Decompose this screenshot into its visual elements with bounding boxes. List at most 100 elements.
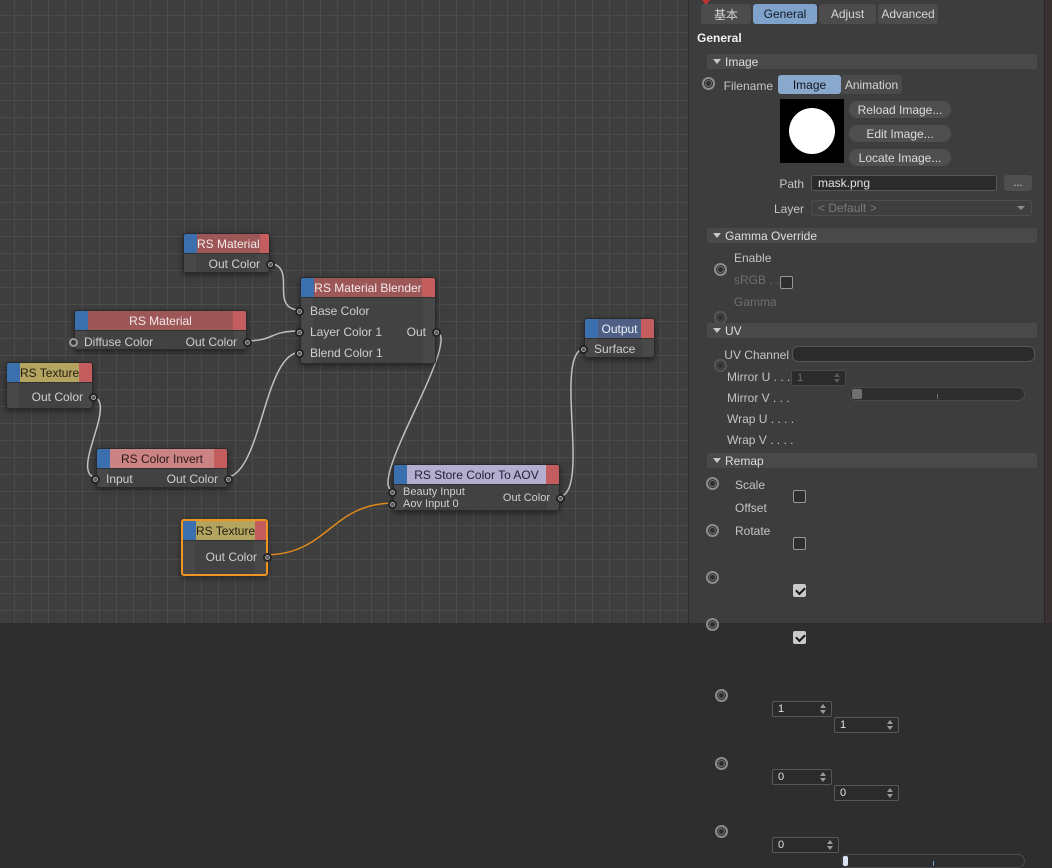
locate-image-button[interactable]: Locate Image... — [849, 149, 951, 166]
node-rs-material-1[interactable]: RS Material Out Color — [183, 233, 275, 273]
slider-handle[interactable] — [843, 856, 848, 866]
node-header[interactable]: Output — [585, 319, 654, 339]
mirror-v-anim-dot-icon[interactable] — [706, 524, 719, 537]
node-output[interactable]: Output Surface — [579, 318, 655, 358]
input-port-surface[interactable] — [579, 344, 588, 354]
node-header[interactable]: RS Color Invert — [97, 449, 227, 469]
output-port-out-color[interactable] — [243, 337, 252, 347]
mirror-u-anim-dot-icon[interactable] — [706, 477, 719, 490]
uv-section-header[interactable]: UV — [707, 323, 1037, 338]
spinner-arrows-icon[interactable] — [826, 838, 836, 852]
node-rs-color-invert[interactable]: RS Color Invert Input Out Color — [91, 448, 233, 488]
node-cap-blue — [585, 319, 598, 338]
path-label: Path — [779, 177, 804, 191]
srgb-label: sRGB . . — [734, 273, 780, 287]
remap-section-title: Remap — [725, 453, 764, 468]
gamma-section-title: Gamma Override — [725, 228, 818, 243]
offset-anim-dot-icon[interactable] — [715, 757, 728, 770]
node-rs-texture-2[interactable]: RS Texture Out Color — [181, 519, 272, 576]
node-cap-red — [79, 363, 92, 382]
node-header[interactable]: RS Material — [75, 311, 246, 331]
node-title: RS Store Color To AOV — [407, 465, 546, 484]
output-port-out-color[interactable] — [89, 392, 98, 402]
mirror-u-label: Mirror U . . . — [727, 370, 791, 384]
input-port-base-color[interactable] — [295, 306, 304, 316]
port-row-base-color: Base Color — [295, 302, 435, 320]
node-header[interactable]: RS Texture — [183, 521, 266, 541]
spinner-arrows-icon[interactable] — [886, 718, 896, 732]
node-cap-blue — [7, 363, 20, 382]
node-cap-blue — [183, 521, 196, 540]
spinner-arrows-icon[interactable] — [819, 770, 829, 784]
spinner-arrows-icon[interactable] — [886, 786, 896, 800]
rotate-label: Rotate — [735, 524, 771, 538]
gamma-spinner: 1 — [791, 370, 846, 386]
filename-anim-dot-icon[interactable] — [702, 77, 715, 90]
node-rs-texture-1[interactable]: RS Texture Out Color — [6, 362, 98, 409]
browse-button[interactable]: ... — [1004, 175, 1032, 191]
node-header[interactable]: RS Store Color To AOV — [394, 465, 559, 485]
scale-x-spinner[interactable]: 1 — [772, 701, 832, 717]
rotate-anim-dot-icon[interactable] — [715, 825, 728, 838]
path-input[interactable]: mask.png — [811, 175, 997, 191]
offset-x-spinner[interactable]: 0 — [772, 769, 832, 785]
remap-section-header[interactable]: Remap — [707, 453, 1037, 468]
node-title: RS Material — [197, 234, 260, 253]
thumbnail-circle-graphic — [789, 108, 835, 154]
image-section-header[interactable]: Image — [707, 54, 1037, 69]
wrap-v-anim-dot-icon[interactable] — [706, 618, 719, 631]
enable-checkbox[interactable] — [780, 276, 793, 289]
node-cap-blue — [394, 465, 407, 484]
panel-scrollbar[interactable] — [1044, 0, 1052, 623]
output-port-out-color[interactable] — [266, 259, 275, 269]
uv-channel-input[interactable] — [792, 346, 1035, 362]
layer-dropdown[interactable]: < Default > — [811, 200, 1032, 216]
output-port-out-color[interactable] — [556, 493, 565, 503]
rotate-slider[interactable] — [841, 854, 1025, 868]
slider-handle — [852, 389, 862, 399]
node-header[interactable]: RS Material — [184, 234, 269, 254]
tab-adjust[interactable]: Adjust — [819, 4, 876, 24]
gamma-value: 1 — [797, 372, 804, 384]
port-row-out-color: Out Color — [183, 548, 272, 566]
reload-image-button[interactable]: Reload Image... — [849, 101, 951, 118]
mirror-v-label: Mirror V . . . — [727, 391, 790, 405]
node-cap-red — [233, 311, 246, 330]
input-port-blend-color-1[interactable] — [295, 348, 304, 358]
offset-label: Offset — [735, 501, 767, 515]
enable-anim-dot-icon[interactable] — [714, 263, 727, 276]
node-rs-material-2[interactable]: RS Material Diffuse Color Out Color — [69, 310, 252, 351]
output-port-out-color[interactable] — [263, 552, 272, 562]
edit-image-button[interactable]: Edit Image... — [849, 125, 951, 142]
tab-general[interactable]: General — [753, 4, 817, 24]
spinner-arrows-icon — [833, 371, 843, 385]
mirror-v-checkbox[interactable] — [793, 537, 806, 550]
port-row-out-color: Out Color — [75, 333, 252, 351]
node-header[interactable]: RS Texture — [7, 363, 92, 383]
wrap-u-anim-dot-icon[interactable] — [706, 571, 719, 584]
gamma-section-header[interactable]: Gamma Override — [707, 228, 1037, 243]
rotate-spinner[interactable]: 0 — [772, 837, 839, 853]
filename-image-toggle[interactable]: Image — [778, 75, 841, 94]
mirror-u-checkbox[interactable] — [793, 490, 806, 503]
port-label: Out Color — [31, 390, 83, 404]
collapse-triangle-icon — [713, 458, 721, 463]
filename-animation-toggle[interactable]: Animation — [841, 75, 902, 94]
tab-basic[interactable]: 基本 — [701, 4, 751, 24]
node-cap-blue — [75, 311, 88, 330]
tab-advanced[interactable]: Advanced — [878, 4, 938, 24]
node-rs-material-blender[interactable]: RS Material Blender Base Color Layer Color… — [295, 277, 441, 364]
output-port-out[interactable] — [432, 327, 441, 337]
output-port-out-color[interactable] — [224, 474, 233, 484]
node-header[interactable]: RS Material Blender — [301, 278, 435, 298]
wrap-u-checkbox[interactable] — [793, 584, 806, 597]
scale-anim-dot-icon[interactable] — [715, 689, 728, 702]
spinner-arrows-icon[interactable] — [819, 702, 829, 716]
scale-y-spinner[interactable]: 1 — [834, 717, 899, 733]
collapse-triangle-icon — [713, 328, 721, 333]
node-rs-store-color-to-aov[interactable]: RS Store Color To AOV Beauty Input Aov Inp… — [388, 464, 565, 511]
image-thumbnail[interactable] — [780, 99, 844, 163]
offset-y-spinner[interactable]: 0 — [834, 785, 899, 801]
wrap-v-checkbox[interactable] — [793, 631, 806, 644]
node-editor-canvas[interactable]: RS Material Out Color RS Material Blender B… — [0, 0, 688, 623]
